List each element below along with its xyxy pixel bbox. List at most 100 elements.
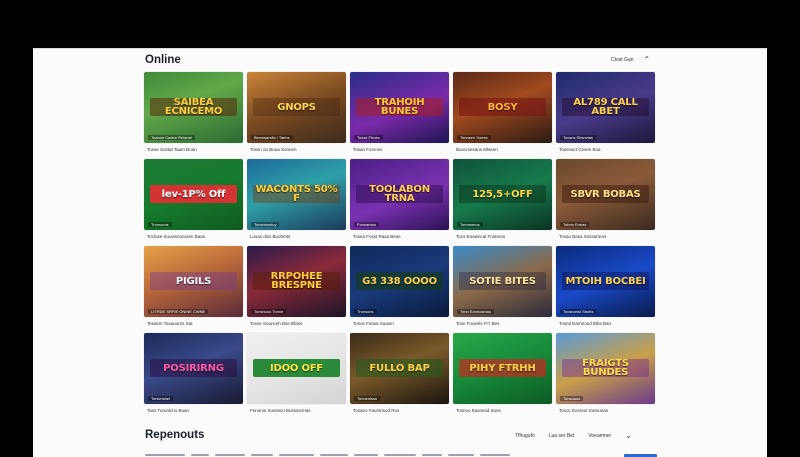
chevron-down-icon[interactable]: ⌄	[625, 432, 632, 440]
game-thumbnail[interactable]: SAIBEA ECNICEMO Toanon Cactur Rnlanbl	[144, 72, 243, 143]
game-card[interactable]: MTOIH BOCBEI Tocsnonst Sbotts Tosnd Earnno…	[556, 246, 655, 333]
game-banner-text: GNOPS	[253, 98, 340, 116]
game-card[interactable]: IDOO OFF Fenonin Susseso Bussssrmas	[247, 333, 346, 420]
game-thumbnail[interactable]: SBVR BOBAS Tobno Enbas	[556, 159, 655, 230]
game-tag: Tocse Fhuec	[354, 135, 383, 140]
game-card[interactable]: RRPOHEE BRESPNE Tonsnuoo Tonne Tosse Sounc…	[247, 246, 346, 333]
chevron-up-icon[interactable]: ⌃	[644, 56, 651, 64]
game-caption[interactable]: Tosan Fosrons	[353, 147, 383, 152]
game-caption[interactable]: Tosoc Eosreor Eamunas	[559, 408, 608, 413]
game-card[interactable]: FULLO BAP Tonoenlssu Tosaeo Faursnsod Rus	[350, 333, 449, 420]
game-card[interactable]: PIGILS LITRDE SRFIE ONINE CWNE Tesasm Tosa…	[144, 246, 243, 333]
game-caption[interactable]: Tosenact Ceven Boa	[559, 147, 601, 152]
game-tag: Tonsnuoo Tonne	[251, 309, 287, 314]
game-banner-text: AL789 CALL ABET	[562, 98, 649, 117]
game-thumbnail[interactable]: BOSY Tonnsen Sumts	[453, 72, 552, 143]
game-banner-text: PIHY FTRHH	[459, 359, 546, 377]
game-caption[interactable]: Tocluse Suuwsnonoren Baas	[147, 234, 205, 239]
game-caption[interactable]: Buocmesans Mlasnn	[456, 147, 498, 152]
game-tag: Tonlvnshel	[148, 396, 173, 401]
game-card[interactable]: WACONTS 50% F Tonsnnostuy Losas dsis Buohm…	[247, 159, 346, 246]
game-thumbnail[interactable]: FRAIGTS BUNDES Tonsuaoo	[556, 333, 655, 404]
game-caption[interactable]: Tosnoo Easnesd Suns	[456, 408, 501, 413]
game-caption[interactable]: Tass Turuntd is Buan	[147, 408, 189, 413]
game-caption[interactable]: Tosse Sounceh Bas Bfass	[250, 321, 302, 326]
game-banner-text: FRAIGTS BUNDES	[562, 359, 649, 378]
game-card[interactable]: AL789 CALL ABET Tocsns Sbsnvtas Tosenact C…	[556, 72, 655, 159]
section-title-reps: Repenouts	[145, 429, 205, 441]
game-caption[interactable]: Tosao Basa Sossarmos	[559, 234, 606, 239]
game-banner-text: 125,5+OFF	[459, 185, 546, 203]
game-caption[interactable]: Tosea Fosst Rasa Beas	[353, 234, 401, 239]
game-tag: Tronsons	[354, 309, 377, 314]
game-thumbnail[interactable]: AL789 CALL ABET Tocsns Sbsnvtas	[556, 72, 655, 143]
game-banner-text: G3 338 OOOO	[356, 272, 443, 290]
game-thumbnail[interactable]: IDOO OFF	[247, 333, 346, 404]
game-caption[interactable]: Fenonin Susseso Bussssrmas	[250, 408, 311, 413]
reps-filter-2[interactable]: Lua ser Bet	[549, 433, 575, 439]
game-card[interactable]: lev-1P% Off Tronuonis Tocluse Suuwsnonoren…	[144, 159, 243, 246]
game-card[interactable]: SAIBEA ECNICEMO Toanon Cactur Rnlanbl Toss…	[144, 72, 243, 159]
game-card[interactable]: PIHY FTRHH Tosnoo Easnesd Suns	[453, 333, 552, 420]
game-tag: Tonoenlssu	[354, 396, 381, 401]
game-banner-text: TRAHOIH BUNES	[356, 98, 443, 117]
game-tag: Tocsns Sbsnvtas	[560, 135, 597, 140]
game-caption[interactable]: Tosaeo Faursnsod Rus	[353, 408, 399, 413]
game-thumbnail[interactable]: FULLO BAP Tonoenlssu	[350, 333, 449, 404]
game-tag: Tobno Enbas	[560, 222, 590, 227]
reps-toolbar: Tfhugufo Lua ser Bet Voeamner ⌄	[515, 432, 632, 440]
game-thumbnail[interactable]: POSIRIRNG Tonlvnshel	[144, 333, 243, 404]
game-thumbnail[interactable]: lev-1P% Off Tronuonis	[144, 159, 243, 230]
game-thumbnail[interactable]: WACONTS 50% F Tonsnnostuy	[247, 159, 346, 230]
filter-dropdown[interactable]: Ctost Gan	[611, 57, 634, 63]
game-tag: Tonn Eonnosmau	[457, 309, 495, 314]
game-tag: Tonnsen Sumts	[457, 135, 491, 140]
reps-filter-3[interactable]: Voeamner	[588, 433, 611, 439]
game-thumbnail[interactable]: TOOLABON TRNA Fonoamoo	[350, 159, 449, 230]
game-thumbnail[interactable]: SOTIE BITES Tonn Eonnosmau	[453, 246, 552, 317]
app-window: Online Ctost Gan ⌃ SAIBEA ECNICEMO Toanon…	[33, 48, 767, 457]
game-card[interactable]: TRAHOIH BUNES Tocse Fhuec Tosan Fosrons	[350, 72, 449, 159]
game-card[interactable]: 125,5+OFF Tornnsmos Tocs-Eoawncal Fnutreos	[453, 159, 552, 246]
game-thumbnail[interactable]: MTOIH BOCBEI Tocsnonst Sbotts	[556, 246, 655, 317]
game-card[interactable]: SBVR BOBAS Tobno Enbas Tosao Basa Sossarmo…	[556, 159, 655, 246]
game-thumbnail[interactable]: 125,5+OFF Tornnsmos	[453, 159, 552, 230]
game-banner-text: MTOIH BOCBEI	[562, 272, 649, 290]
game-card[interactable]: GNOPS Benwsarsfio l Tanhs Tossn on Buoa So…	[247, 72, 346, 159]
game-banner-text: FULLO BAP	[356, 359, 443, 377]
game-banner-text: SOTIE BITES	[459, 272, 546, 290]
game-tag: Tornnsmos	[457, 222, 483, 227]
game-thumbnail[interactable]: PIGILS LITRDE SRFIE ONINE CWNE	[144, 246, 243, 317]
online-toolbar: Ctost Gan ⌃	[611, 56, 650, 64]
game-caption[interactable]: Losas dsis Buohmts	[250, 234, 290, 239]
game-caption[interactable]: Tesasm Tosauunrs Sat	[147, 321, 192, 326]
game-card[interactable]: TOOLABON TRNA Fonoamoo Tosea Fosst Rasa Be…	[350, 159, 449, 246]
game-banner-text: SBVR BOBAS	[562, 185, 649, 203]
game-tag: Fonoamoo	[354, 222, 380, 227]
game-thumbnail[interactable]: RRPOHEE BRESPNE Tonsnuoo Tonne	[247, 246, 346, 317]
reps-filter-1[interactable]: Tfhugufo	[515, 433, 535, 439]
game-thumbnail[interactable]: GNOPS Benwsarsfio l Tanhs	[247, 72, 346, 143]
game-thumbnail[interactable]: PIHY FTRHH	[453, 333, 552, 404]
divider	[33, 48, 767, 49]
game-card[interactable]: FRAIGTS BUNDES Tonsuaoo Tosoc Eosreor Eamu…	[556, 333, 655, 420]
game-tag: LITRDE SRFIE ONINE CWNE	[148, 309, 209, 314]
game-card[interactable]: SOTIE BITES Tonn Eonnosmau Tose Fouesls Fr…	[453, 246, 552, 333]
game-caption[interactable]: Tosse Sostat Taam Boan	[147, 147, 197, 152]
game-card[interactable]: G3 338 OOOO Tronsons Tosos Fnasa Suasm	[350, 246, 449, 333]
game-banner-text: POSIRIRNG	[150, 359, 237, 377]
game-tag: Tonsuaoo	[560, 396, 584, 401]
game-tag: Tronuonis	[148, 222, 172, 227]
game-caption[interactable]: Tosnd Earnnond Bibs Ban	[559, 321, 611, 326]
game-card[interactable]: POSIRIRNG Tonlvnshel Tass Turuntd is Buan	[144, 333, 243, 420]
game-caption[interactable]: Tosos Fnasa Suasm	[353, 321, 394, 326]
game-banner-text: RRPOHEE BRESPNE	[253, 272, 340, 291]
game-caption[interactable]: Tose Fouesls Fr'r Bes	[456, 321, 499, 326]
game-caption[interactable]: Tossn on Buoa Sonnen	[250, 147, 297, 152]
game-card[interactable]: BOSY Tonnsen Sumts Buocmesans Mlasnn	[453, 72, 552, 159]
game-thumbnail[interactable]: G3 338 OOOO Tronsons	[350, 246, 449, 317]
game-thumbnail[interactable]: TRAHOIH BUNES Tocse Fhuec	[350, 72, 449, 143]
game-tag: Benwsarsfio l Tanhs	[251, 135, 293, 140]
game-banner-text: IDOO OFF	[253, 359, 340, 377]
game-caption[interactable]: Tocs-Eoawncal Fnutreos	[456, 234, 505, 239]
